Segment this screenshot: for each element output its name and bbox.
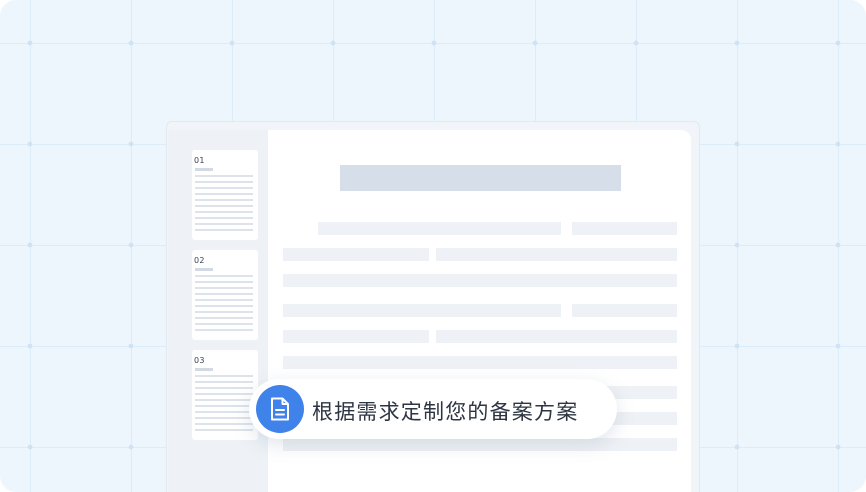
thumbnail-line — [195, 287, 253, 289]
thumbnail-line — [195, 423, 253, 425]
thumbnail-line — [195, 329, 253, 331]
text-line-placeholder — [283, 304, 561, 317]
page-thumbnail[interactable]: 02 — [192, 250, 258, 340]
thumbnail-line — [195, 205, 253, 207]
thumbnail-line — [195, 417, 253, 419]
thumbnail-line — [195, 193, 253, 195]
thumbnail-line — [195, 293, 253, 295]
text-line-placeholder — [283, 330, 429, 343]
text-line-placeholder — [283, 356, 677, 369]
thumbnail-line — [195, 429, 253, 431]
thumbnail-line — [195, 299, 253, 301]
thumbnail-line — [195, 223, 253, 225]
thumbnail-title-placeholder — [195, 368, 213, 371]
thumbnail-line — [195, 175, 253, 177]
thumbnail-line — [195, 323, 253, 325]
text-line-placeholder — [436, 248, 677, 261]
thumbnail-line — [195, 405, 253, 407]
text-line-placeholder — [572, 304, 677, 317]
document-icon — [256, 385, 304, 433]
thumbnail-line — [195, 381, 253, 383]
thumbnail-line — [195, 199, 253, 201]
page-thumbnail-number: 02 — [194, 256, 205, 265]
text-line-placeholder — [283, 248, 429, 261]
page-thumbnail[interactable]: 03 — [192, 350, 258, 440]
thumbnail-line — [195, 317, 253, 319]
text-line-placeholder — [436, 330, 677, 343]
document-title-placeholder — [340, 165, 621, 191]
thumbnail-line — [195, 281, 253, 283]
callout-text: 根据需求定制您的备案方案 — [312, 400, 579, 424]
text-line-placeholder — [572, 222, 677, 235]
thumbnail-line — [195, 275, 253, 277]
thumbnail-line — [195, 305, 253, 307]
thumbnail-line — [195, 393, 253, 395]
page-thumbnail-sidebar: 01 02 03 — [168, 130, 268, 492]
thumbnail-line — [195, 387, 253, 389]
page-thumbnail[interactable]: 01 — [192, 150, 258, 240]
thumbnail-title-placeholder — [195, 168, 213, 171]
thumbnail-line — [195, 217, 253, 219]
custom-plan-callout: 根据需求定制您的备案方案 — [249, 379, 617, 439]
thumbnail-line — [195, 211, 253, 213]
thumbnail-line — [195, 229, 253, 231]
page-thumbnail-number: 01 — [194, 156, 205, 165]
text-line-placeholder — [283, 438, 677, 451]
thumbnail-line — [195, 411, 253, 413]
thumbnail-line — [195, 181, 253, 183]
text-line-placeholder — [318, 222, 561, 235]
thumbnail-line — [195, 311, 253, 313]
page-thumbnail-number: 03 — [194, 356, 205, 365]
thumbnail-title-placeholder — [195, 268, 213, 271]
text-line-placeholder — [283, 274, 677, 287]
illustration-background: 01 02 03 根据需求定制您的备案方案 — [0, 0, 866, 492]
thumbnail-line — [195, 375, 253, 377]
thumbnail-line — [195, 187, 253, 189]
thumbnail-line — [195, 399, 253, 401]
